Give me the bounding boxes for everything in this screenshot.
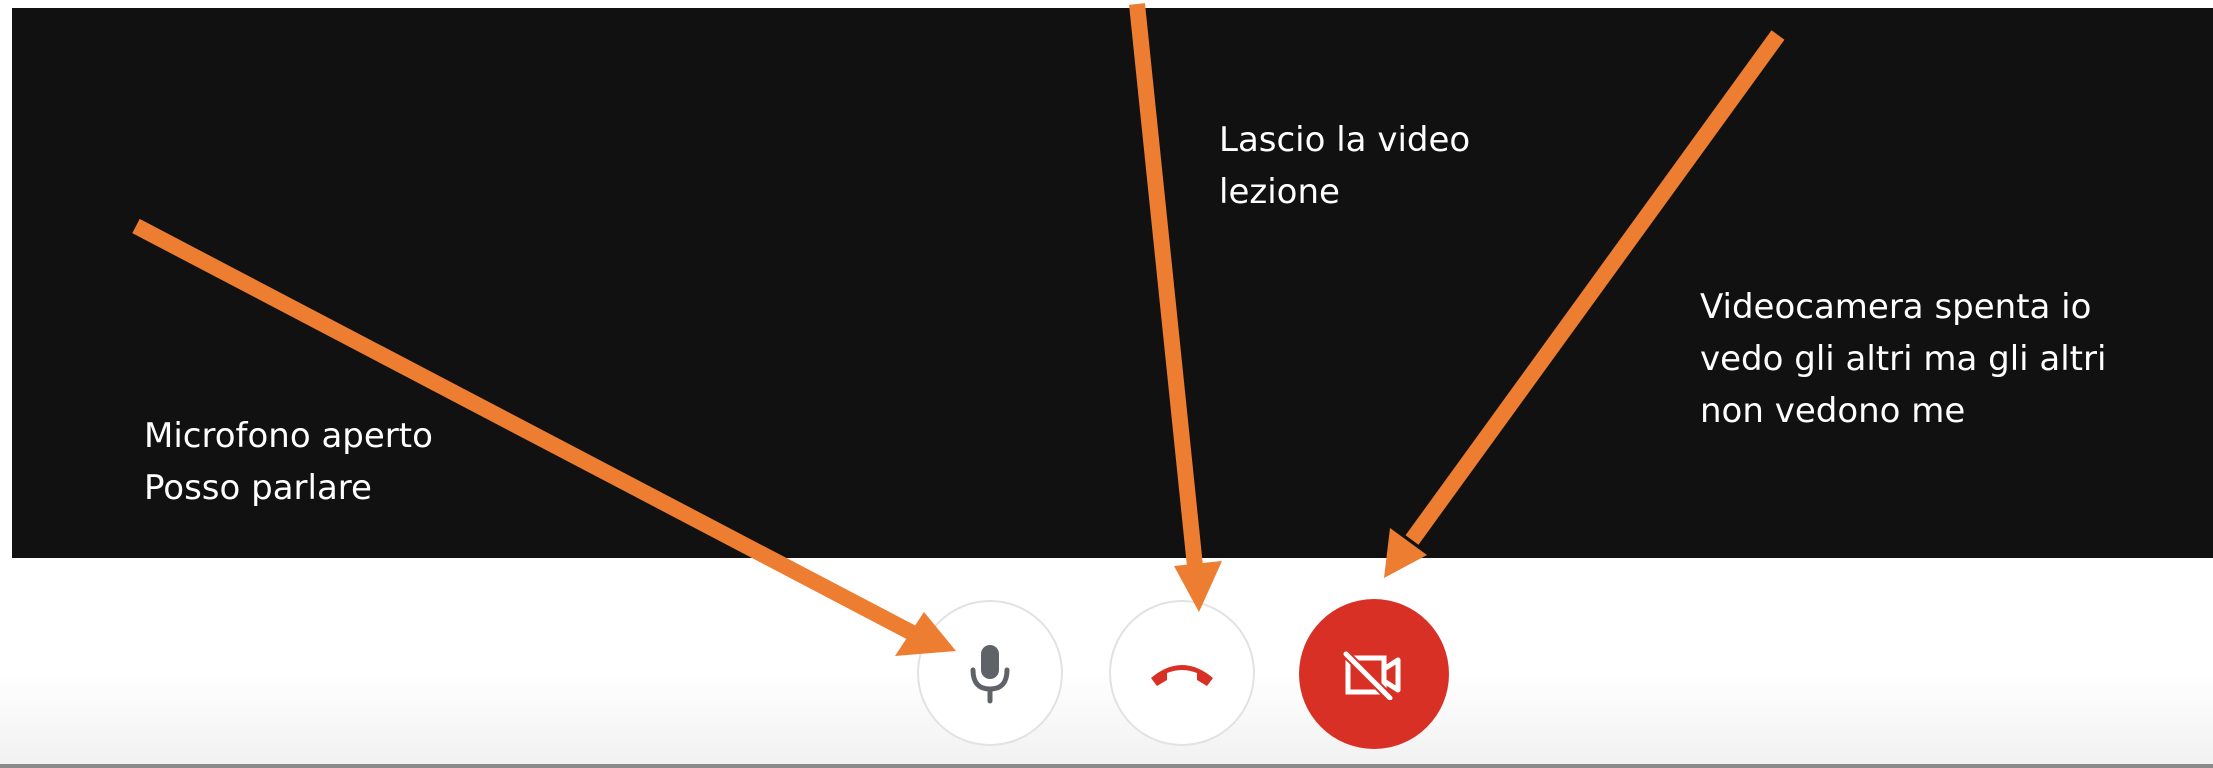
annotation-camera-off: Videocamera spenta io vedo gli altri ma …	[1700, 287, 2107, 431]
phone-hangup-icon	[1147, 658, 1217, 688]
annotation-leave-call: Lascio la video lezione	[1219, 120, 1471, 212]
call-control-bar	[0, 558, 2213, 766]
hang-up-button[interactable]	[1109, 600, 1255, 746]
meeting-screen: Microfono aperto Posso parlare Lascio la…	[0, 0, 2213, 768]
microphone-button[interactable]	[917, 600, 1063, 746]
bottom-divider	[0, 764, 2213, 768]
microphone-icon	[967, 642, 1013, 704]
annotation-microphone: Microfono aperto Posso parlare	[144, 416, 433, 508]
video-off-icon	[1342, 648, 1406, 700]
camera-button[interactable]	[1299, 599, 1449, 749]
